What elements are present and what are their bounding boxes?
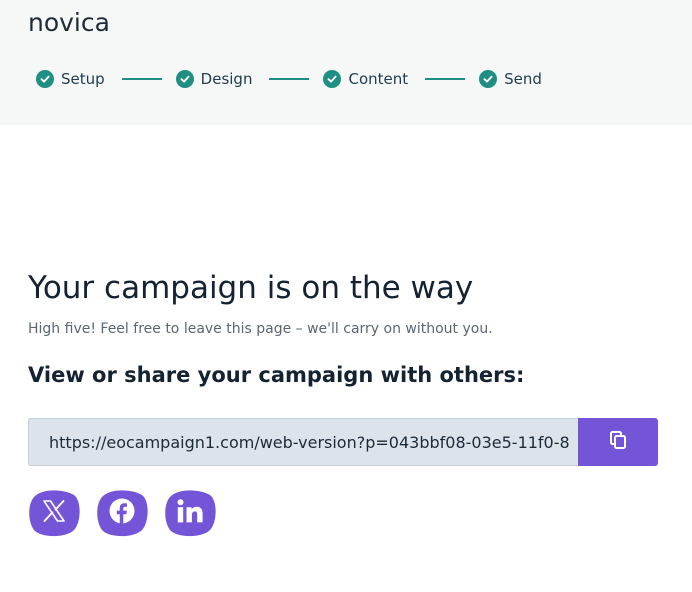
step-label: Setup <box>61 70 105 88</box>
app-title: novica <box>28 8 110 37</box>
campaign-url-field[interactable]: https://eocampaign1.com/web-version?p=04… <box>28 418 578 466</box>
share-facebook-button[interactable] <box>96 489 148 537</box>
step-label: Send <box>504 70 542 88</box>
share-linkedin-button[interactable] <box>164 489 216 537</box>
step-content[interactable]: Content <box>323 70 408 88</box>
page-subtitle: High five! Feel free to leave this page … <box>28 321 493 337</box>
step-design[interactable]: Design <box>175 70 253 88</box>
share-heading: View or share your campaign with others: <box>28 363 525 387</box>
step-connector <box>269 78 310 80</box>
campaign-url-text: https://eocampaign1.com/web-version?p=04… <box>49 432 570 452</box>
step-label: Content <box>348 70 409 88</box>
check-icon <box>175 70 194 88</box>
copy-url-button[interactable] <box>578 418 658 466</box>
step-connector <box>121 78 162 80</box>
step-setup[interactable]: Setup <box>36 70 105 88</box>
linkedin-icon <box>177 499 203 527</box>
step-label: Design <box>200 70 253 88</box>
share-x-button[interactable] <box>28 489 80 537</box>
step-connector <box>425 78 466 80</box>
check-icon <box>323 70 342 88</box>
step-send[interactable]: Send <box>479 70 542 88</box>
copy-icon <box>609 430 627 454</box>
page-title: Your campaign is on the way <box>28 270 474 306</box>
x-icon <box>42 500 66 526</box>
check-icon <box>479 70 498 88</box>
check-icon <box>36 70 54 88</box>
wizard-header: novica Setup Design Content Send <box>0 0 692 125</box>
progress-steps: Setup Design Content Send <box>36 69 542 89</box>
facebook-icon <box>109 498 135 528</box>
